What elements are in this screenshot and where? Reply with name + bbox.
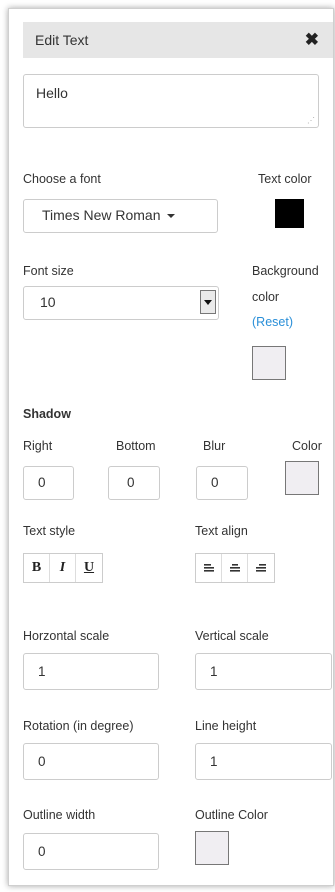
text-align-group	[195, 553, 275, 583]
panel-title: Edit Text	[35, 32, 89, 48]
text-input[interactable]: Hello ⋰	[23, 74, 319, 128]
text-color-label: Text color	[258, 172, 312, 186]
close-icon[interactable]: ✖	[305, 29, 319, 51]
line-height-label: Line height	[195, 719, 257, 733]
align-center-icon[interactable]	[222, 554, 248, 582]
shadow-bottom-label: Bottom	[116, 439, 156, 453]
align-left-icon[interactable]	[196, 554, 222, 582]
outline-width-input[interactable]: 0	[23, 833, 159, 870]
resize-grip-icon[interactable]: ⋰	[307, 117, 315, 125]
font-size-label: Font size	[23, 264, 74, 278]
caret-down-icon	[166, 214, 175, 219]
align-right-icon[interactable]	[248, 554, 274, 582]
rotation-label: Rotation (in degree)	[23, 719, 134, 733]
outline-width-label: Outline width	[23, 808, 96, 822]
text-input-value: Hello	[36, 85, 68, 101]
text-color-swatch[interactable]	[275, 199, 304, 228]
text-align-label: Text align	[195, 524, 248, 538]
shadow-bottom-input[interactable]: 0	[108, 466, 160, 500]
horizontal-scale-input[interactable]: 1	[23, 653, 159, 690]
shadow-heading: Shadow	[23, 407, 71, 421]
shadow-color-label: Color	[292, 439, 322, 453]
text-style-label: Text style	[23, 524, 76, 538]
line-height-input[interactable]: 1	[195, 743, 332, 780]
font-size-dropdown[interactable]: 10	[23, 286, 219, 320]
font-dropdown-value: Times New Roman	[42, 207, 161, 223]
horizontal-scale-label: Horzontal scale	[23, 629, 110, 643]
shadow-blur-input[interactable]: 0	[196, 466, 248, 500]
font-label: Choose a font	[23, 172, 101, 186]
shadow-right-input[interactable]: 0	[23, 466, 74, 500]
background-reset: (Reset)	[252, 315, 293, 329]
italic-button[interactable]: I	[50, 554, 76, 582]
background-label-line2: color	[252, 290, 280, 304]
background-label: Background	[252, 264, 319, 278]
outline-color-label: Outline Color	[195, 808, 268, 822]
vertical-scale-input[interactable]: 1	[195, 653, 332, 690]
panel-header: Edit Text ✖	[23, 22, 333, 58]
background-color-swatch[interactable]	[252, 346, 286, 380]
font-size-value: 10	[40, 294, 56, 310]
underline-button[interactable]: U	[76, 554, 102, 582]
reset-close-paren: )	[288, 315, 293, 329]
shadow-right-label: Right	[23, 439, 53, 453]
dropdown-arrow-icon[interactable]	[200, 290, 216, 314]
text-style-group: B I U	[23, 553, 103, 583]
edit-text-panel: Edit Text ✖ Hello ⋰ Choose a font Text c…	[8, 8, 334, 886]
shadow-blur-label: Blur	[203, 439, 226, 453]
font-dropdown[interactable]: Times New Roman	[23, 199, 218, 233]
outline-color-swatch[interactable]	[195, 831, 229, 865]
background-reset-link[interactable]: Reset	[256, 315, 289, 329]
rotation-input[interactable]: 0	[23, 743, 159, 780]
shadow-color-swatch[interactable]	[285, 461, 319, 495]
bold-button[interactable]: B	[24, 554, 50, 582]
vertical-scale-label: Vertical scale	[195, 629, 269, 643]
